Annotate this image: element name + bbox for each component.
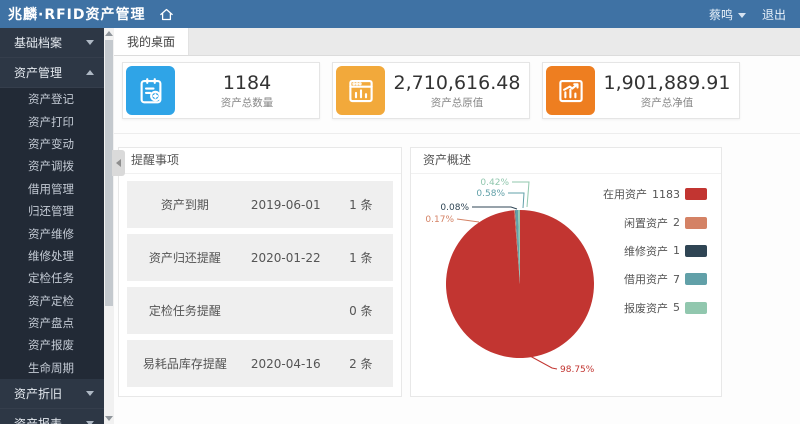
asset-total-count-label: 资产总数量 [175, 95, 319, 110]
sidebar-item-asset-register[interactable]: 资产登记 [0, 88, 104, 110]
legend-swatch [685, 245, 707, 257]
reminder-panel: 提醒事项 资产到期 2019-06-01 1 条 资产归还提醒 2020-01-… [118, 147, 402, 397]
chevron-left-icon [116, 159, 121, 167]
window-chart-icon [336, 66, 385, 115]
sidebar-item-borrow-manage[interactable]: 借用管理 [0, 178, 104, 200]
sidebar-item-asset-depreciation[interactable]: 资产折旧 [0, 379, 104, 409]
pie-percent-label: 0.17% [425, 215, 454, 225]
chevron-down-icon [86, 391, 94, 396]
legend-item-borrowed[interactable]: 借用资产 7 [603, 265, 707, 293]
legend-swatch [685, 302, 707, 314]
user-menu-caret-icon [738, 13, 746, 18]
legend-swatch [685, 188, 707, 200]
asset-pie-chart: 98.75% 0.17% 0.08% 0.58%0.42% 在用资产 1183 闲置资… [411, 174, 721, 396]
stat-card-original-value: 2,710,616.48 资产总原值 [332, 62, 530, 119]
main-content: 1184 资产总数量 2,710,616.48 资产总原值 [114, 56, 800, 424]
pie-label-line [530, 356, 557, 369]
sidebar-item-asset-stocktake[interactable]: 资产盘点 [0, 312, 104, 334]
asset-management-submenu: 资产登记 资产打印 资产变动 资产调拨 借用管理 归还管理 资产维修 维修处理 … [0, 88, 104, 379]
reminder-row-consumable-stock[interactable]: 易耗品库存提醒 2020-04-16 2 条 [127, 340, 393, 387]
sidebar-item-asset-repair[interactable]: 资产维修 [0, 222, 104, 244]
sidebar-item-repair-handle[interactable]: 维修处理 [0, 245, 104, 267]
reminder-row-asset-expiry[interactable]: 资产到期 2019-06-01 1 条 [127, 181, 393, 228]
legend-item-scrapped[interactable]: 报废资产 5 [603, 294, 707, 322]
sidebar-item-asset-inspect[interactable]: 资产定检 [0, 290, 104, 312]
sidebar-item-asset-transfer[interactable]: 资产调拨 [0, 155, 104, 177]
sidebar-item-base-archive[interactable]: 基础档案 [0, 28, 104, 58]
pie-legend: 在用资产 1183 闲置资产 2 维修资产 1 借用资产 7 [603, 180, 707, 322]
sidebar-scrollbar[interactable] [104, 28, 114, 424]
sidebar-item-return-manage[interactable]: 归还管理 [0, 200, 104, 222]
legend-swatch [685, 217, 707, 229]
reminder-row-asset-return[interactable]: 资产归还提醒 2020-01-22 1 条 [127, 234, 393, 281]
tab-my-desktop[interactable]: 我的桌面 [114, 28, 189, 55]
pie-label-line [472, 207, 517, 209]
sidebar-collapse-handle[interactable] [112, 150, 125, 176]
pie-percent-label: 98.75% [560, 365, 595, 375]
legend-item-idle[interactable]: 闲置资产 2 [603, 208, 707, 236]
app-header: 兆麟·RFID资产管理 蔡鸣 退出 [0, 0, 800, 28]
clipboard-list-icon [126, 66, 175, 115]
reminder-panel-title: 提醒事项 [119, 148, 401, 174]
chevron-up-icon [86, 70, 94, 75]
sidebar-item-inspect-task[interactable]: 定检任务 [0, 267, 104, 289]
sidebar-item-asset-scrap[interactable]: 资产报废 [0, 334, 104, 356]
pie-label-line [512, 182, 529, 207]
chevron-down-icon [86, 40, 94, 45]
sidebar-item-lifecycle[interactable]: 生命周期 [0, 357, 104, 379]
pie-label-line [508, 193, 524, 208]
stat-card-net-value: 1,901,889.91 资产总净值 [542, 62, 740, 119]
app-title: 兆麟·RFID资产管理 [8, 4, 146, 24]
legend-item-repair[interactable]: 维修资产 1 [603, 237, 707, 265]
stat-card-total-count: 1184 资产总数量 [122, 62, 320, 119]
scroll-up-icon[interactable] [105, 31, 113, 36]
reminder-row-inspect-task[interactable]: 定检任务提醒 0 条 [127, 287, 393, 334]
legend-swatch [685, 273, 707, 285]
asset-original-value: 2,710,616.48 [385, 72, 529, 94]
asset-original-value-label: 资产总原值 [385, 95, 529, 110]
sidebar-item-asset-print[interactable]: 资产打印 [0, 110, 104, 132]
sidebar: 基础档案 资产管理 资产登记 资产打印 资产变动 资产调拨 借用管理 归还管理 … [0, 28, 104, 424]
asset-total-count-value: 1184 [175, 72, 319, 94]
trend-chart-icon [546, 66, 595, 115]
legend-item-in-use[interactable]: 在用资产 1183 [603, 180, 707, 208]
logout-button[interactable]: 退出 [762, 6, 786, 23]
pie-percent-label: 0.42% [480, 178, 509, 188]
tab-bar: 我的桌面 [114, 28, 800, 56]
sidebar-item-asset-change[interactable]: 资产变动 [0, 133, 104, 155]
pie-label-line [457, 219, 479, 222]
asset-net-value-label: 资产总净值 [595, 95, 739, 110]
scroll-down-icon[interactable] [105, 416, 113, 421]
username[interactable]: 蔡鸣 [709, 6, 733, 23]
asset-net-value: 1,901,889.91 [595, 72, 739, 94]
home-icon[interactable] [158, 6, 175, 23]
pie-percent-label: 0.58% [476, 189, 505, 199]
overview-panel-title: 资产概述 [411, 148, 721, 174]
asset-overview-panel: 资产概述 98.75% 0.17% 0.08% 0.58%0.42% 在用资产 118… [410, 147, 722, 397]
section-divider [114, 133, 800, 134]
sidebar-item-asset-management[interactable]: 资产管理 [0, 58, 104, 88]
pie-percent-label: 0.08% [440, 203, 469, 213]
sidebar-item-asset-report[interactable]: 资产报表 [0, 409, 104, 424]
